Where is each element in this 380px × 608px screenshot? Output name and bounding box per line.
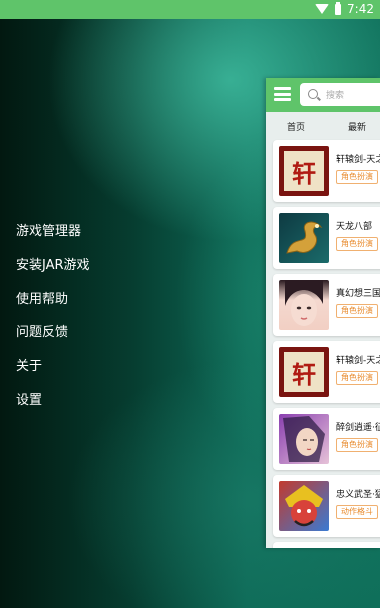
menu-item-feedback[interactable]: 问题反馈 (16, 323, 90, 357)
tab-latest[interactable]: 最新 (348, 120, 366, 133)
search-placeholder: 搜索 (326, 91, 345, 101)
wifi-icon (315, 4, 330, 14)
genre-tag: 角色扮演 (336, 438, 378, 452)
game-title: 轩辕剑-天之 (336, 155, 380, 165)
menu-item-install-jar[interactable]: 安装JAR游戏 (16, 256, 90, 290)
menu-item-game-manager[interactable]: 游戏管理器 (16, 222, 90, 256)
genre-tag: 角色扮演 (336, 237, 378, 251)
status-bar: 7:42 (0, 0, 380, 19)
tab-bar: 首页 最新 (266, 112, 380, 140)
genre-tag: 角色扮演 (336, 371, 378, 385)
xuanyuan-logo-icon: 轩 (279, 146, 329, 196)
top-app-bar: 搜索 (266, 78, 380, 112)
tab-home[interactable]: 首页 (287, 120, 305, 133)
girl-portrait-icon (279, 280, 329, 330)
game-card[interactable]: 真幻想三国 角色扮演 (273, 274, 380, 336)
golden-dragon-icon (279, 213, 329, 263)
search-box[interactable]: 搜索 (300, 83, 380, 106)
game-card[interactable]: 忠义武圣·猛 动作格斗 (273, 475, 380, 537)
menu-item-about[interactable]: 关于 (16, 357, 90, 391)
main-content-panel[interactable]: 搜索 首页 最新 轩 轩辕剑-天之 角色扮演 天龙八部 角色扮演 真幻想三国 角… (266, 78, 380, 548)
game-title: 轩辕剑-天之 (336, 356, 380, 366)
game-title: 真幻想三国 (336, 289, 380, 299)
drawer-menu: 游戏管理器 安装JAR游戏 使用帮助 问题反馈 关于 设置 (16, 222, 90, 425)
hero-portrait-icon (279, 481, 329, 531)
genre-tag: 动作格斗 (336, 505, 378, 519)
game-card[interactable] (273, 542, 380, 548)
genre-tag: 角色扮演 (336, 170, 378, 184)
game-title: 忠义武圣·猛 (336, 490, 380, 500)
warrior-portrait-icon (279, 414, 329, 464)
hamburger-menu-icon[interactable] (274, 87, 291, 101)
game-title: 天龙八部 (336, 222, 373, 232)
status-time: 7:42 (347, 2, 374, 16)
search-icon (308, 89, 318, 99)
xuanyuan-logo-icon: 轩 (279, 347, 329, 397)
menu-item-help[interactable]: 使用帮助 (16, 290, 90, 324)
menu-item-settings[interactable]: 设置 (16, 391, 90, 425)
game-card[interactable]: 醉剑逍遥·征 角色扮演 (273, 408, 380, 470)
game-card[interactable]: 天龙八部 角色扮演 (273, 207, 380, 269)
battery-icon (335, 1, 342, 15)
game-card[interactable]: 轩 轩辕剑-天之 角色扮演 (273, 140, 380, 202)
genre-tag: 角色扮演 (336, 304, 378, 318)
status-icons: 7:42 (315, 1, 374, 16)
game-card[interactable]: 轩 轩辕剑-天之 角色扮演 (273, 341, 380, 403)
game-title: 醉剑逍遥·征 (336, 423, 380, 433)
game-list: 轩 轩辕剑-天之 角色扮演 天龙八部 角色扮演 真幻想三国 角色扮演 轩 轩辕剑… (266, 140, 380, 548)
